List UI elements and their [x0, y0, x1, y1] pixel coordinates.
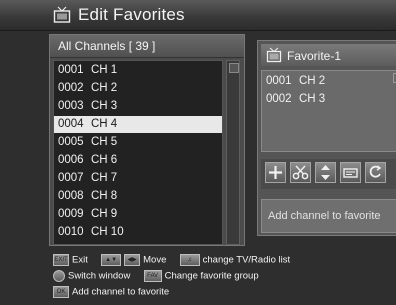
list-item[interactable]: 0001 CH 2 — [266, 75, 325, 87]
scrollbar-thumb[interactable] — [229, 63, 239, 73]
help-exit: Exit — [72, 254, 88, 266]
list-item[interactable]: 0002 CH 3 — [266, 93, 325, 105]
channel-list-panel: All Channels [ 39 ] 0001 CH 1 0002 CH 2 00… — [49, 34, 245, 246]
list-item[interactable]: 0002 CH 2 — [54, 80, 222, 97]
favorite-panel: Favorite-1 0001 CH 2 0002 CH 3 Add channel… — [257, 40, 396, 236]
help-move: Move — [143, 254, 167, 266]
add-icon — [269, 166, 282, 179]
status-message-box: Add channel to favorite — [261, 199, 396, 233]
add-button[interactable] — [265, 162, 286, 183]
favorite-toolbar — [261, 159, 396, 189]
tv-icon — [53, 6, 71, 23]
cut-icon — [292, 165, 309, 180]
status-message: Add channel to favorite — [268, 210, 381, 222]
favorite-group-header[interactable]: Favorite-1 — [261, 44, 396, 66]
switch-key-icon — [53, 270, 65, 282]
help-change-group: Change favorite group — [164, 270, 259, 282]
favorite-list: 0001 CH 2 0002 CH 3 — [261, 70, 396, 152]
help-line-3: OK Add channel to favorite — [53, 286, 169, 298]
delete-button[interactable] — [365, 162, 386, 183]
page-title: Edit Favorites — [78, 5, 185, 24]
exit-key-icon: EXIT — [53, 254, 69, 266]
move-button[interactable] — [315, 162, 336, 183]
help-line-1: EXIT Exit ▲▼ ◀▶ Move ♫ change TV/Radio list — [53, 254, 290, 266]
tv-icon — [266, 47, 282, 63]
favorite-group-name: Favorite-1 — [287, 49, 342, 63]
help-switch: Switch window — [68, 270, 131, 282]
list-item[interactable]: 0009 CH 9 — [54, 206, 222, 223]
rename-button[interactable] — [340, 162, 361, 183]
move-icon — [321, 165, 330, 180]
rename-icon — [343, 168, 358, 178]
up-down-key-icon: ▲▼ — [101, 254, 122, 266]
list-item[interactable]: 0010 CH 10 — [54, 224, 222, 241]
help-add: Add channel to favorite — [72, 286, 170, 298]
tvradio-key-icon: ♫ — [179, 254, 200, 266]
fav-key-icon: FAV — [143, 270, 162, 282]
cut-button[interactable] — [290, 162, 311, 183]
channel-list-scrollbar[interactable] — [226, 60, 240, 245]
channel-list: 0001 CH 1 0002 CH 2 0003 CH 3 0004 CH 4 0005… — [53, 60, 223, 245]
delete-icon — [369, 165, 382, 178]
list-item[interactable]: 0006 CH 6 — [54, 152, 222, 169]
left-right-key-icon: ◀▶ — [124, 254, 141, 266]
list-item-selected[interactable]: 0004 CH 4 — [54, 116, 222, 133]
channel-list-title: All Channels [ 39 ] — [58, 39, 156, 53]
help-line-2: Switch window FAV Change favorite group — [53, 270, 259, 282]
ok-key-icon: OK — [53, 286, 69, 298]
list-item[interactable]: 0001 CH 1 — [54, 62, 222, 79]
help-tvradio: change TV/Radio list — [202, 254, 291, 266]
list-item[interactable]: 0003 CH 3 — [54, 98, 222, 115]
list-item[interactable]: 0008 CH 8 — [54, 188, 222, 205]
channel-list-header: All Channels [ 39 ] — [50, 35, 244, 58]
list-item[interactable]: 0005 CH 5 — [54, 134, 222, 151]
title-bar: Edit Favorites — [0, 0, 396, 31]
list-item[interactable]: 0007 CH 7 — [54, 170, 222, 187]
